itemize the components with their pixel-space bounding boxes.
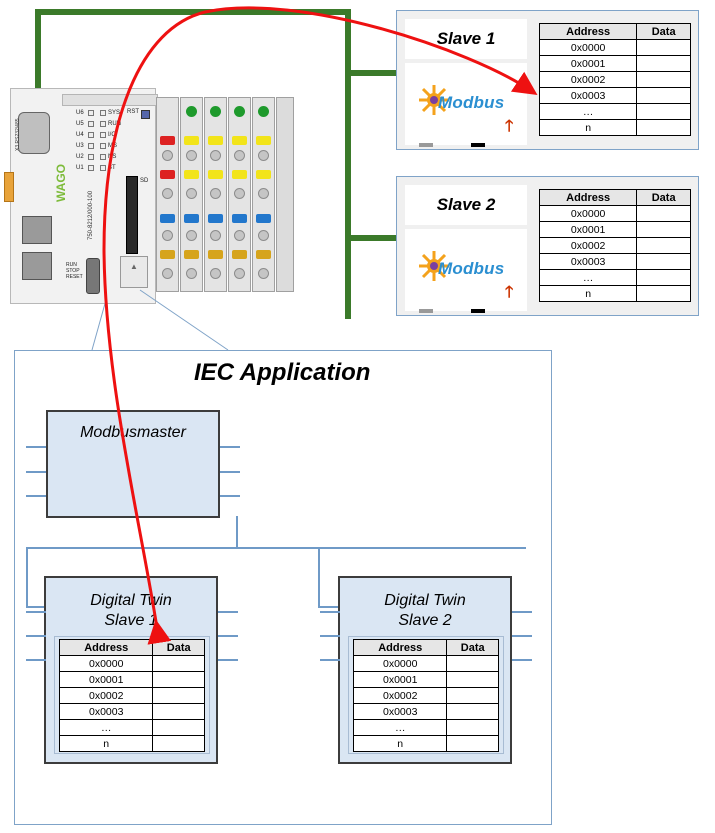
data-flow-arrow bbox=[102, 6, 538, 645]
